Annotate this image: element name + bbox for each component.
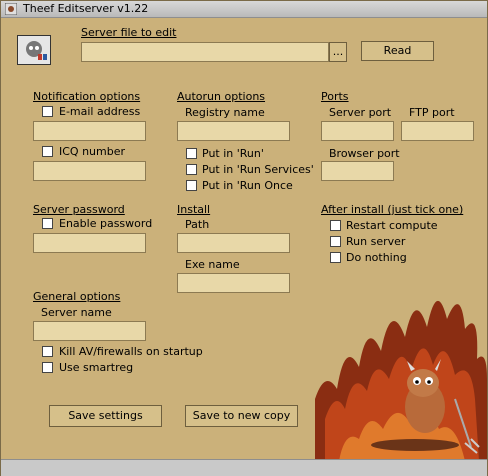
server-password-heading: Server password — [33, 203, 125, 216]
kill-av-label: Kill AV/firewalls on startup — [59, 345, 203, 358]
browser-port-field[interactable] — [321, 161, 394, 181]
kill-av-checkbox[interactable] — [42, 346, 53, 357]
ftp-port-label: FTP port — [409, 106, 455, 119]
enable-password-label: Enable password — [59, 217, 153, 230]
after-install-heading: After install (just tick one) — [321, 203, 464, 216]
title-bar[interactable]: Theef Editserver v1.22 — [1, 1, 487, 18]
browse-button[interactable]: ... — [329, 42, 347, 62]
editserver-window: Theef Editserver v1.22 Server file to ed… — [0, 0, 488, 476]
read-button[interactable]: Read — [361, 41, 434, 61]
icq-checkbox[interactable] — [42, 146, 53, 157]
registry-name-label: Registry name — [185, 106, 265, 119]
server-name-field[interactable] — [33, 321, 146, 341]
notification-options-heading: Notification options — [33, 90, 141, 103]
exe-name-label: Exe name — [185, 258, 240, 271]
icq-field[interactable] — [33, 161, 146, 181]
run-once-label: Put in 'Run Once — [202, 179, 293, 192]
run-once-checkbox[interactable] — [186, 180, 197, 191]
run-services-checkbox[interactable] — [186, 164, 197, 175]
restart-label: Restart compute — [346, 219, 438, 232]
autorun-options-heading: Autorun options — [177, 90, 266, 103]
run-checkbox[interactable] — [186, 148, 197, 159]
app-icon — [5, 3, 17, 15]
ports-heading: Ports — [321, 90, 349, 103]
restart-checkbox[interactable] — [330, 220, 341, 231]
email-field[interactable] — [33, 121, 146, 141]
ftp-port-field[interactable] — [401, 121, 474, 141]
do-nothing-label: Do nothing — [346, 251, 407, 264]
exe-name-field[interactable] — [177, 273, 290, 293]
fire-creature-illustration — [315, 300, 487, 461]
run-services-label: Put in 'Run Services' — [202, 163, 314, 176]
password-field[interactable] — [33, 233, 146, 253]
run-label: Put in 'Run' — [202, 147, 264, 160]
window-title: Theef Editserver v1.22 — [23, 2, 149, 15]
path-field[interactable] — [177, 233, 290, 253]
do-nothing-checkbox[interactable] — [330, 252, 341, 263]
run-server-checkbox[interactable] — [330, 236, 341, 247]
browser-port-label: Browser port — [329, 147, 400, 160]
save-settings-button[interactable]: Save settings — [49, 405, 162, 427]
email-checkbox[interactable] — [42, 106, 53, 117]
server-file-label: Server file to edit — [81, 26, 177, 39]
server-port-field[interactable] — [321, 121, 394, 141]
server-name-label: Server name — [41, 306, 112, 319]
icq-label: ICQ number — [59, 145, 126, 158]
run-server-label: Run server — [346, 235, 406, 248]
server-file-input[interactable] — [81, 42, 329, 62]
general-options-heading: General options — [33, 290, 121, 303]
path-label: Path — [185, 218, 210, 231]
save-to-new-copy-button[interactable]: Save to new copy — [185, 405, 298, 427]
enable-password-checkbox[interactable] — [42, 218, 53, 229]
email-label: E-mail address — [59, 105, 141, 118]
install-heading: Install — [177, 203, 211, 216]
registry-name-field[interactable] — [177, 121, 290, 141]
smartreg-checkbox[interactable] — [42, 362, 53, 373]
server-port-label: Server port — [329, 106, 392, 119]
status-bar — [1, 459, 487, 476]
theef-logo-icon — [17, 35, 51, 65]
smartreg-label: Use smartreg — [59, 361, 134, 374]
